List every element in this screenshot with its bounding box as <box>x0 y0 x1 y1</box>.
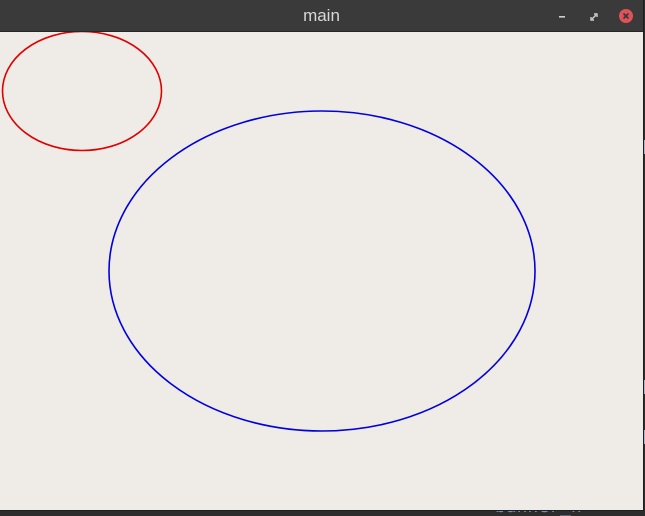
app-window: main <box>0 0 643 510</box>
title-bar[interactable]: main <box>0 0 643 32</box>
maximize-icon <box>590 13 598 21</box>
screen: banner_n main <box>0 0 645 516</box>
red-ellipse <box>1 30 163 152</box>
blue-ellipse <box>108 110 536 432</box>
window-title: main <box>303 6 340 25</box>
maximize-button[interactable] <box>586 8 602 24</box>
close-icon <box>619 9 633 23</box>
canvas-svg <box>1 30 536 432</box>
minimize-icon <box>559 16 565 18</box>
minimize-button[interactable] <box>554 8 570 24</box>
drawing-canvas[interactable] <box>0 30 643 510</box>
close-button[interactable] <box>618 8 634 24</box>
